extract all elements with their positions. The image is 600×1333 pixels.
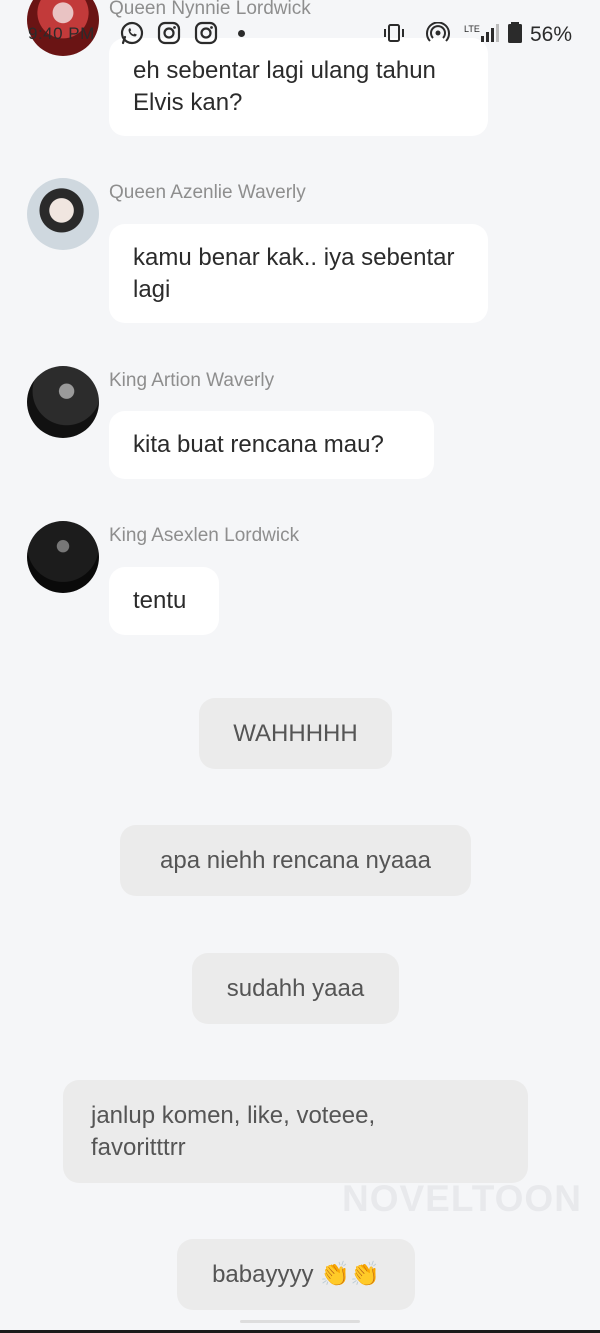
vibrate-icon xyxy=(384,24,404,42)
battery-percentage: 56% xyxy=(530,23,573,46)
status-time: 9:40 PM xyxy=(28,24,95,43)
instagram-icon xyxy=(157,21,181,45)
sender-name: King Artion Waverly xyxy=(109,370,275,391)
home-indicator xyxy=(240,1320,360,1323)
sender-name: Queen Azenlie Waverly xyxy=(109,182,306,203)
chat-message: King Artion Waverly kita buat rencana ma… xyxy=(0,366,600,486)
status-bar: 9:40 PM LTE 56% xyxy=(0,14,600,54)
chat-message: Queen Azenlie Waverly kamu benar kak.. i… xyxy=(0,178,600,328)
message-bubble: kamu benar kak.. iya sebentar lagi xyxy=(109,224,488,323)
narration-bubble: sudahh yaaa xyxy=(192,953,399,1024)
notification-dot xyxy=(238,30,245,37)
narration-bubble: babayyyy 👏👏 xyxy=(177,1239,415,1310)
avatar[interactable] xyxy=(27,366,99,438)
narration-bubble: apa niehh rencana nyaaa xyxy=(120,825,471,896)
instagram-icon xyxy=(194,21,218,45)
watermark-logo: NOVELTOON xyxy=(342,1178,582,1219)
sender-name: King Asexlen Lordwick xyxy=(109,525,300,546)
battery-icon xyxy=(508,22,522,43)
lte-signal-icon: LTE xyxy=(464,24,499,42)
message-bubble: tentu xyxy=(109,567,219,635)
narration-bubble: janlup komen, like, voteee, favoritttrr xyxy=(63,1080,528,1183)
chat-message: King Asexlen Lordwick tentu xyxy=(0,521,600,641)
message-bubble: kita buat rencana mau? xyxy=(109,411,434,479)
hotspot-icon xyxy=(426,22,450,42)
whatsapp-icon xyxy=(120,21,144,45)
avatar[interactable] xyxy=(27,521,99,593)
narration-bubble: WAHHHHH xyxy=(199,698,392,769)
avatar[interactable] xyxy=(27,178,99,250)
svg-text:LTE: LTE xyxy=(464,24,480,34)
